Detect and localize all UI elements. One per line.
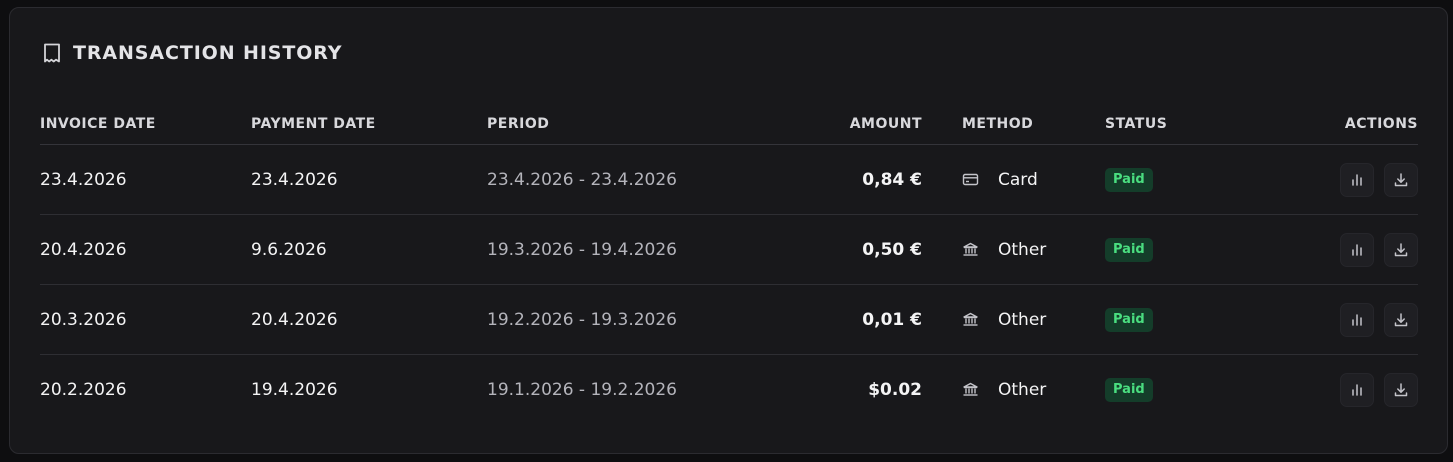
- status-badge: Paid: [1105, 237, 1153, 262]
- status-cell: Paid: [1105, 307, 1255, 332]
- period-cell: 19.2.2026 - 19.3.2026: [487, 309, 677, 330]
- method-cell: Card: [922, 170, 1105, 190]
- period-cell: 19.3.2026 - 19.4.2026: [487, 239, 677, 260]
- bar-chart-icon: [1352, 173, 1362, 186]
- card-title: TRANSACTION HISTORY: [73, 42, 343, 64]
- method-label: Other: [998, 379, 1047, 400]
- method-label: Card: [998, 169, 1038, 190]
- table-row: 20.3.2026 20.4.2026 19.2.2026 - 19.3.202…: [40, 285, 1418, 355]
- usage-chart-button[interactable]: [1340, 302, 1374, 337]
- table-row: 20.4.2026 9.6.2026 19.3.2026 - 19.4.2026…: [40, 215, 1418, 285]
- download-icon: [1394, 382, 1408, 396]
- transaction-table: INVOICE DATE PAYMENT DATE PERIOD AMOUNT …: [40, 104, 1418, 424]
- card-header: TRANSACTION HISTORY: [41, 40, 342, 66]
- row-actions: [1255, 372, 1418, 407]
- download-invoice-button[interactable]: [1384, 372, 1418, 407]
- payment-date-cell: 19.4.2026: [251, 379, 338, 400]
- header-payment-date: PAYMENT DATE: [251, 116, 376, 132]
- header-actions: ACTIONS: [1344, 116, 1418, 132]
- usage-chart-button[interactable]: [1340, 232, 1374, 267]
- bar-chart-icon: [1352, 383, 1362, 396]
- payment-date-cell: 9.6.2026: [251, 239, 327, 260]
- amount-cell: $0.02: [868, 379, 922, 400]
- bank-icon: [962, 311, 979, 328]
- status-cell: Paid: [1105, 377, 1255, 402]
- bar-chart-icon: [1352, 243, 1362, 256]
- header-period: PERIOD: [487, 116, 550, 132]
- amount-cell: 0,84 €: [862, 169, 922, 190]
- amount-cell: 0,50 €: [862, 239, 922, 260]
- download-icon: [1394, 172, 1408, 186]
- method-cell: Other: [922, 380, 1105, 400]
- bank-icon: [962, 381, 979, 398]
- status-cell: Paid: [1105, 167, 1255, 192]
- invoice-date-cell: 20.3.2026: [40, 309, 127, 330]
- download-icon: [1394, 242, 1408, 256]
- table-row: 23.4.2026 23.4.2026 23.4.2026 - 23.4.202…: [40, 145, 1418, 215]
- row-actions: [1255, 162, 1418, 197]
- period-cell: 19.1.2026 - 19.2.2026: [487, 379, 677, 400]
- method-label: Other: [998, 239, 1047, 260]
- invoice-date-cell: 20.2.2026: [40, 379, 127, 400]
- transaction-history-card: TRANSACTION HISTORY INVOICE DATE PAYMENT…: [9, 7, 1448, 454]
- amount-cell: 0,01 €: [862, 309, 922, 330]
- download-icon: [1394, 312, 1408, 326]
- usage-chart-button[interactable]: [1340, 372, 1374, 407]
- method-label: Other: [998, 309, 1047, 330]
- bar-chart-icon: [1352, 313, 1362, 326]
- table-row: 20.2.2026 19.4.2026 19.1.2026 - 19.2.202…: [40, 355, 1418, 424]
- header-method: METHOD: [962, 116, 1034, 132]
- method-cell: Other: [922, 310, 1105, 330]
- download-invoice-button[interactable]: [1384, 162, 1418, 197]
- status-badge: Paid: [1105, 167, 1153, 192]
- usage-chart-button[interactable]: [1340, 162, 1374, 197]
- table-header-row: INVOICE DATE PAYMENT DATE PERIOD AMOUNT …: [40, 104, 1418, 145]
- status-badge: Paid: [1105, 377, 1153, 402]
- invoice-date-cell: 20.4.2026: [40, 239, 127, 260]
- bank-icon: [962, 241, 979, 258]
- header-amount: AMOUNT: [849, 116, 922, 132]
- status-badge: Paid: [1105, 307, 1153, 332]
- invoice-date-cell: 23.4.2026: [40, 169, 127, 190]
- download-invoice-button[interactable]: [1384, 232, 1418, 267]
- status-cell: Paid: [1105, 237, 1255, 262]
- payment-date-cell: 23.4.2026: [251, 169, 338, 190]
- row-actions: [1255, 302, 1418, 337]
- credit-card-icon: [962, 171, 979, 188]
- download-invoice-button[interactable]: [1384, 302, 1418, 337]
- payment-date-cell: 20.4.2026: [251, 309, 338, 330]
- row-actions: [1255, 232, 1418, 267]
- header-status: STATUS: [1105, 116, 1168, 132]
- receipt-icon: [41, 42, 63, 64]
- method-cell: Other: [922, 240, 1105, 260]
- header-invoice-date: INVOICE DATE: [40, 116, 156, 132]
- period-cell: 23.4.2026 - 23.4.2026: [487, 169, 677, 190]
